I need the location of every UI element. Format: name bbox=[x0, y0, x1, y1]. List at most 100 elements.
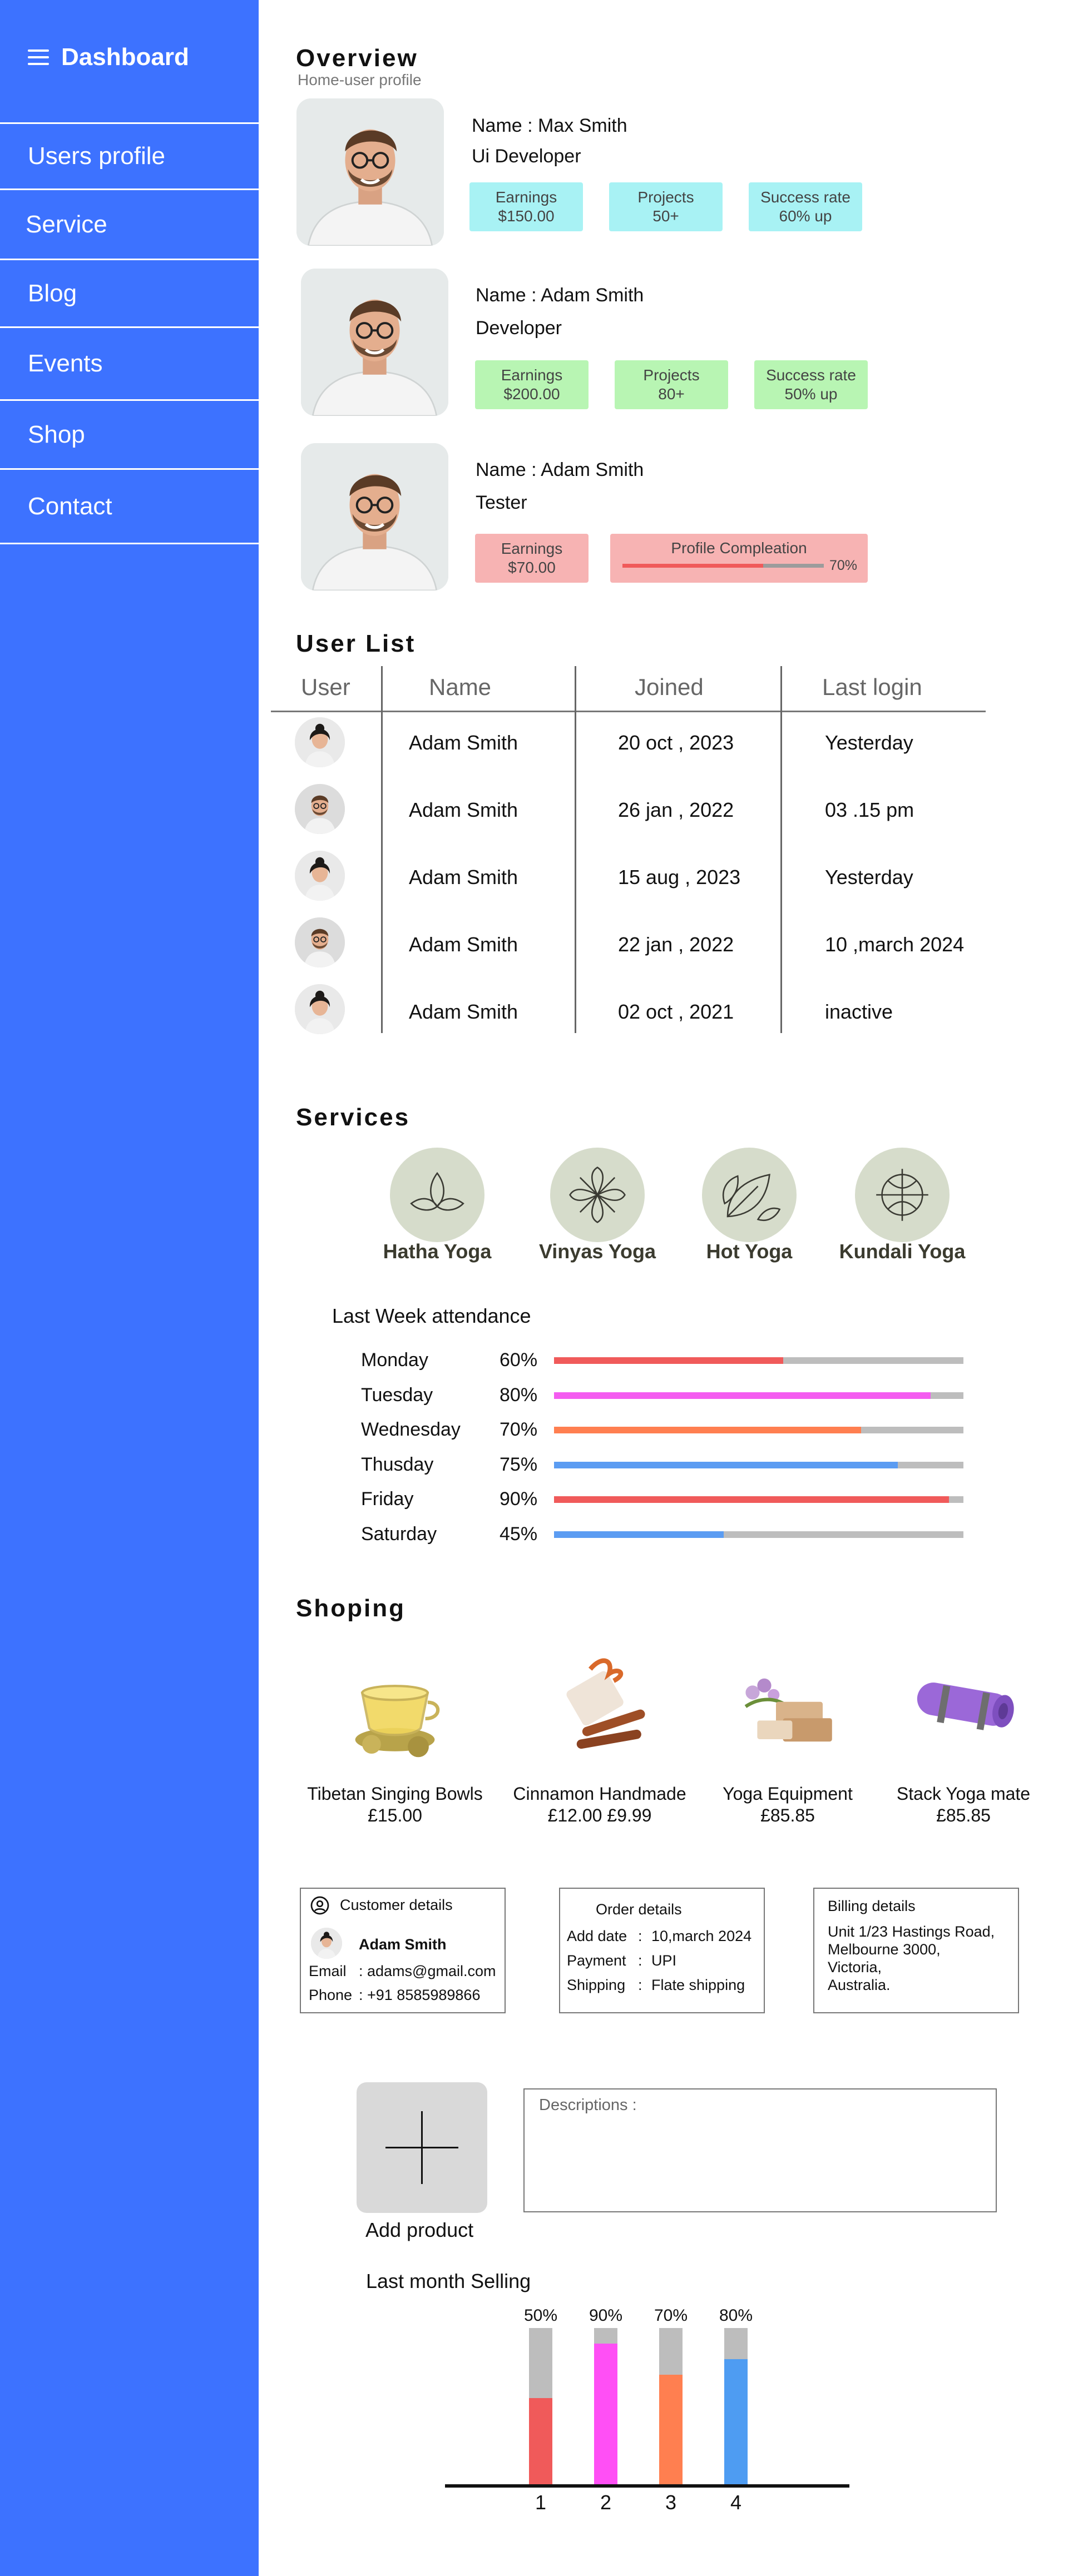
attendance-bar-track bbox=[554, 1427, 963, 1433]
bar[interactable] bbox=[659, 2375, 683, 2484]
profile-name: Name : Adam Smith bbox=[476, 459, 644, 480]
attendance-percent: 45% bbox=[500, 1523, 538, 1545]
last-login: Yesterday bbox=[825, 866, 913, 889]
column-header-user[interactable]: User bbox=[301, 674, 350, 701]
user-list-title: User List bbox=[296, 630, 416, 657]
attendance-bar bbox=[554, 1462, 898, 1468]
male-avatar bbox=[295, 784, 345, 834]
bar[interactable] bbox=[529, 2398, 552, 2484]
attendance-percent: 60% bbox=[500, 1349, 538, 1371]
success-rate-badge: Success rate 50% up bbox=[754, 360, 868, 409]
profile-photo bbox=[296, 98, 444, 246]
sidebar-item-users-profile[interactable]: Users profile bbox=[0, 122, 259, 188]
attendance-bar-track bbox=[554, 1392, 963, 1399]
last-login: 03 .15 pm bbox=[825, 798, 914, 821]
attendance-bar-track bbox=[554, 1496, 963, 1503]
customer-phone[interactable]: : +91 8585989866 bbox=[359, 1987, 480, 2004]
sidebar-item-contact[interactable]: Contact bbox=[0, 468, 259, 543]
profile-completion-label: Profile Compleation bbox=[671, 539, 807, 557]
column-header-name[interactable]: Name bbox=[429, 674, 491, 701]
profile-role: Developer bbox=[476, 317, 562, 339]
sidebar-item-service[interactable]: Service bbox=[0, 188, 259, 259]
description-textarea[interactable]: Descriptions : bbox=[523, 2088, 997, 2212]
description-label: Descriptions : bbox=[539, 2096, 637, 2114]
bar-category-label: 2 bbox=[600, 2491, 612, 2514]
bar-track bbox=[529, 2328, 552, 2484]
symbol-icon[interactable] bbox=[855, 1148, 950, 1242]
user-name: Adam Smith bbox=[409, 1000, 518, 1023]
services-title: Services bbox=[296, 1104, 411, 1131]
projects-value: 80+ bbox=[658, 385, 685, 403]
earnings-label: Earnings bbox=[501, 540, 563, 557]
tea-cup-icon bbox=[355, 1685, 440, 1758]
product-price: £15.00 bbox=[368, 1805, 422, 1825]
customer-details-card: Customer details Adam Smith Email : adam… bbox=[300, 1888, 506, 2013]
earnings-label: Earnings bbox=[501, 366, 563, 384]
success-rate-label: Success rate bbox=[766, 366, 856, 384]
hamburger-menu-icon[interactable] bbox=[28, 49, 49, 65]
earnings-value: $150.00 bbox=[498, 207, 555, 225]
success-rate-value: 60% up bbox=[779, 207, 832, 225]
leaf-icon[interactable] bbox=[702, 1148, 797, 1242]
customer-email[interactable]: : adams@gmail.com bbox=[359, 1963, 496, 1980]
cinnamon-icon bbox=[566, 1658, 645, 1749]
projects-badge: Projects 50+ bbox=[609, 182, 723, 231]
add-product-label: Add product bbox=[365, 2218, 474, 2241]
bar-category-label: 1 bbox=[535, 2491, 547, 2514]
sidebar-item-blog[interactable]: Blog bbox=[0, 259, 259, 326]
service-label: Kundali Yoga bbox=[839, 1240, 966, 1263]
attendance-percent: 75% bbox=[500, 1454, 538, 1475]
user-circle-icon bbox=[310, 1896, 329, 1915]
user-name: Adam Smith bbox=[409, 866, 518, 889]
attendance-day: Wednesday bbox=[361, 1419, 461, 1440]
billing-details-card: Billing details Unit 1/23 Hastings Road,… bbox=[813, 1888, 1019, 2013]
earnings-badge: Earnings $150.00 bbox=[469, 182, 583, 231]
table-header-divider bbox=[271, 711, 986, 712]
joined-date: 15 aug , 2023 bbox=[618, 866, 741, 889]
attendance-day: Tuesday bbox=[361, 1384, 433, 1406]
order-value: 10,march 2024 bbox=[651, 1928, 752, 1944]
attendance-day: Friday bbox=[361, 1488, 414, 1510]
sidebar-item-events[interactable]: Events bbox=[0, 326, 259, 399]
order-separator: : bbox=[638, 1977, 642, 1993]
attendance-day: Monday bbox=[361, 1349, 428, 1371]
column-header-joined[interactable]: Joined bbox=[635, 674, 704, 701]
bar[interactable] bbox=[724, 2359, 748, 2484]
female-avatar bbox=[311, 1928, 342, 1959]
projects-label: Projects bbox=[643, 366, 700, 384]
add-product-button[interactable] bbox=[357, 2082, 487, 2213]
sidebar-title: Dashboard bbox=[61, 43, 189, 71]
projects-badge: Projects 80+ bbox=[615, 360, 728, 409]
column-header-last-login[interactable]: Last login bbox=[822, 674, 922, 701]
bar-value-label: 70% bbox=[654, 2306, 688, 2325]
order-label: Payment bbox=[567, 1952, 626, 1969]
sidebar-header[interactable]: Dashboard bbox=[28, 43, 189, 71]
earnings-badge: Earnings $70.00 bbox=[475, 534, 589, 583]
main-content: Overview Home-user profile Name : Max Sm… bbox=[259, 0, 1068, 2576]
attendance-bar bbox=[554, 1531, 724, 1538]
bar-track bbox=[659, 2328, 683, 2484]
joined-date: 26 jan , 2022 bbox=[618, 798, 734, 821]
service-label: Hot Yoga bbox=[706, 1240, 793, 1263]
profile-role: Ui Developer bbox=[472, 146, 581, 167]
attendance-percent: 80% bbox=[500, 1384, 538, 1406]
shopping-title: Shoping bbox=[296, 1595, 406, 1622]
bar[interactable] bbox=[594, 2344, 617, 2484]
sidebar-item-shop[interactable]: Shop bbox=[0, 399, 259, 468]
attendance-percent: 70% bbox=[500, 1419, 538, 1440]
profile-completion-track bbox=[622, 564, 824, 568]
email-label: Email bbox=[309, 1963, 347, 1979]
lotus-icon[interactable] bbox=[390, 1148, 484, 1242]
earnings-value: $200.00 bbox=[503, 385, 560, 403]
profile-photo bbox=[301, 269, 448, 416]
product-name: Stack Yoga mate bbox=[896, 1784, 1031, 1804]
billing-details-heading: Billing details bbox=[828, 1898, 916, 1914]
bar-value-label: 90% bbox=[589, 2306, 623, 2325]
overview-title: Overview bbox=[296, 44, 418, 72]
earnings-label: Earnings bbox=[495, 188, 557, 206]
flower-icon[interactable] bbox=[550, 1148, 645, 1242]
soap-icon bbox=[744, 1678, 832, 1742]
order-label: Shipping bbox=[567, 1977, 626, 1993]
order-separator: : bbox=[638, 1952, 642, 1969]
bar-category-label: 3 bbox=[665, 2491, 677, 2514]
